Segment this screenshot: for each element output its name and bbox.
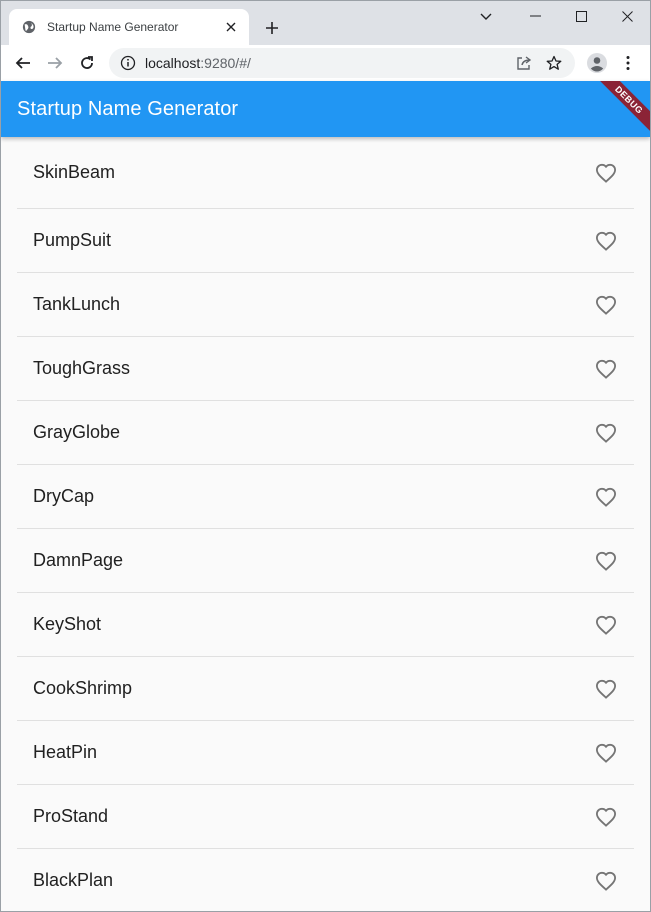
close-window-button[interactable] [604, 1, 650, 31]
favorite-heart-icon[interactable] [594, 293, 618, 317]
startup-name: DamnPage [33, 550, 124, 570]
list-item[interactable]: HeatPin [17, 721, 634, 785]
list-item[interactable]: DamnPage [17, 529, 634, 593]
list-item[interactable]: BlackPlan [17, 849, 634, 911]
list-item[interactable]: ProStand [17, 785, 634, 849]
favorite-heart-icon[interactable] [594, 549, 618, 573]
startup-name: SkinBeam [33, 162, 116, 182]
address-bar[interactable]: localhost:9280/#/ [109, 48, 575, 78]
window-controls [512, 1, 650, 31]
startup-name: HeatPin [33, 742, 98, 762]
app-title: Startup Name Generator [17, 97, 239, 120]
tab-search-chevron-icon[interactable] [472, 7, 500, 27]
list-item[interactable]: DryCap [17, 465, 634, 529]
startup-name: BlackPlan [33, 870, 114, 890]
browser-window: Startup Name Generator localhost:9280/#/… [0, 0, 651, 912]
list-item[interactable]: PumpSuit [17, 209, 634, 273]
more-menu-icon[interactable] [615, 50, 641, 76]
url-text: localhost:9280/#/ [145, 55, 251, 71]
back-button[interactable] [9, 49, 37, 77]
favorite-heart-icon[interactable] [594, 869, 618, 893]
favorite-heart-icon[interactable] [594, 741, 618, 765]
name-list: SkinBeam PumpSuit TankLunch ToughGrass G… [1, 137, 650, 911]
app-bar: Startup Name Generator [1, 81, 650, 137]
reload-button[interactable] [73, 49, 101, 77]
tab-strip: Startup Name Generator [1, 1, 650, 45]
startup-name: DryCap [33, 486, 95, 506]
forward-button[interactable] [41, 49, 69, 77]
favorite-heart-icon[interactable] [594, 357, 618, 381]
list-item[interactable]: GrayGlobe [17, 401, 634, 465]
startup-name: PumpSuit [33, 230, 112, 250]
new-tab-button[interactable] [259, 15, 285, 41]
favorite-heart-icon[interactable] [594, 485, 618, 509]
startup-name: TankLunch [33, 294, 121, 314]
list-item[interactable]: CookShrimp [17, 657, 634, 721]
list-item[interactable]: KeyShot [17, 593, 634, 657]
browser-tab[interactable]: Startup Name Generator [9, 9, 249, 45]
list-item[interactable]: ToughGrass [17, 337, 634, 401]
favorite-heart-icon[interactable] [594, 161, 618, 185]
tab-title: Startup Name Generator [47, 20, 179, 34]
favorite-heart-icon[interactable] [594, 421, 618, 445]
startup-name: GrayGlobe [33, 422, 121, 442]
bookmark-star-icon[interactable] [539, 50, 569, 76]
startup-name: ToughGrass [33, 358, 131, 378]
favorite-heart-icon[interactable] [594, 613, 618, 637]
maximize-button[interactable] [558, 1, 604, 31]
browser-toolbar: localhost:9280/#/ [1, 45, 650, 81]
share-icon[interactable] [509, 50, 539, 76]
profile-avatar-icon[interactable] [584, 50, 610, 76]
favorite-heart-icon[interactable] [594, 677, 618, 701]
list-item[interactable]: TankLunch [17, 273, 634, 337]
info-icon[interactable] [119, 54, 137, 72]
startup-name: CookShrimp [33, 678, 133, 698]
globe-icon [21, 19, 37, 35]
favorite-heart-icon[interactable] [594, 805, 618, 829]
startup-name: KeyShot [33, 614, 102, 634]
close-tab-icon[interactable] [223, 19, 239, 35]
startup-name: ProStand [33, 806, 109, 826]
minimize-button[interactable] [512, 1, 558, 31]
list-item[interactable]: SkinBeam [17, 137, 634, 209]
favorite-heart-icon[interactable] [594, 229, 618, 253]
